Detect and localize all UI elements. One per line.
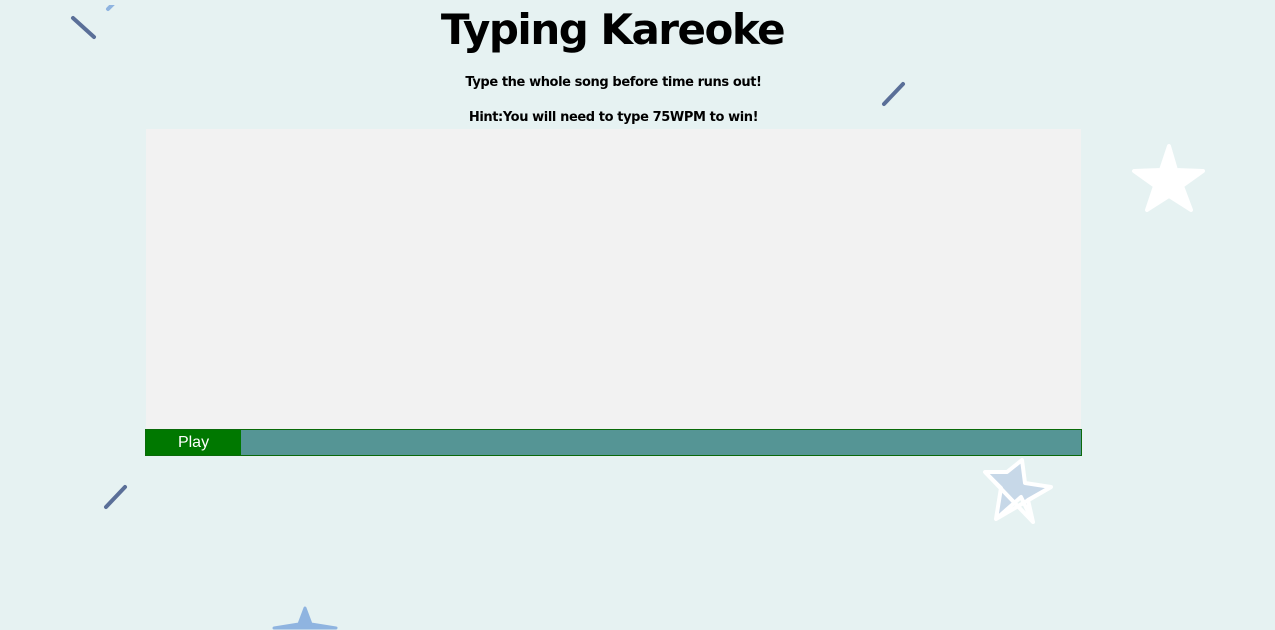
dash-icon (104, 485, 127, 509)
page-title: Typing Kareoke (440, 5, 786, 54)
page: Typing Kareoke Type the whole song befor… (0, 0, 1275, 630)
star-outline-icon (983, 458, 1053, 524)
hint-text: Hint:You will need to type 75WPM to win! (468, 110, 759, 125)
play-button[interactable]: Play (146, 430, 241, 455)
instruction-text: Type the whole song before time runs out… (465, 75, 762, 90)
star-icon (272, 606, 338, 630)
player-control-bar: Play (145, 429, 1082, 456)
star-icon (1132, 144, 1205, 212)
lyrics-panel (146, 129, 1081, 429)
progress-track (241, 430, 1081, 455)
